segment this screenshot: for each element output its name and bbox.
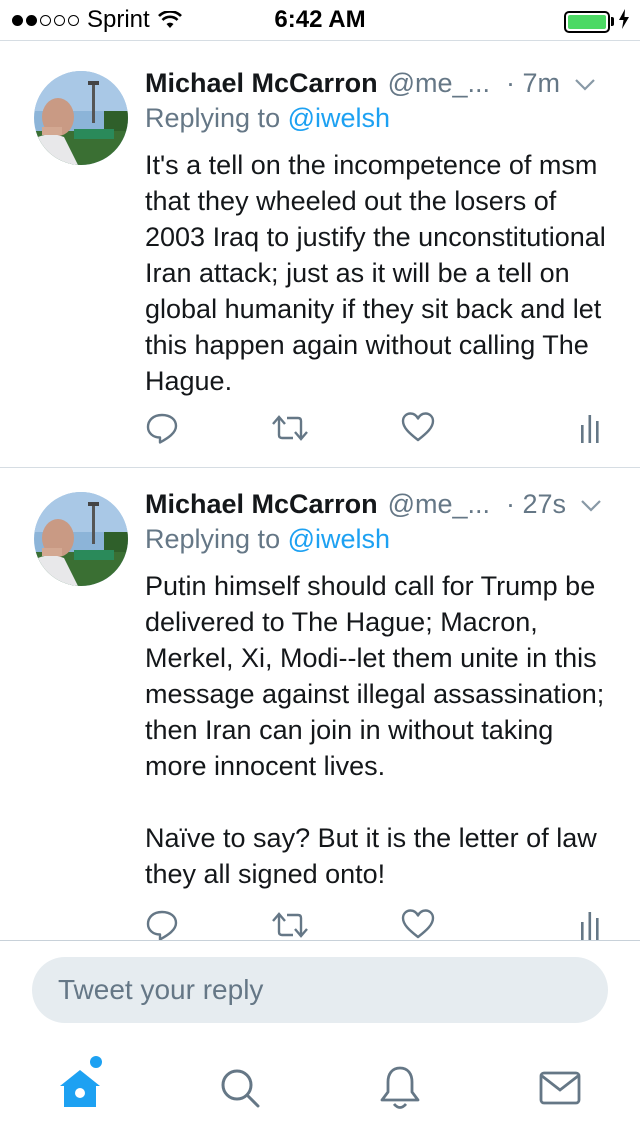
reply-icon[interactable]: [145, 908, 179, 940]
replying-to-mention[interactable]: @iwelsh: [288, 103, 390, 133]
home-tab[interactable]: [50, 1056, 110, 1120]
reply-icon[interactable]: [145, 411, 179, 450]
retweet-icon[interactable]: [271, 411, 309, 450]
replying-to: Replying to @iwelsh: [145, 524, 615, 560]
tweet-header: Michael McCarron @me_... · 27s: [145, 486, 615, 522]
search-tab[interactable]: [210, 1060, 270, 1120]
replying-to-mention[interactable]: @iwelsh: [288, 524, 390, 554]
tweet-body: Michael McCarron @me_... · 7m Replying t…: [145, 65, 615, 399]
tweet[interactable]: Michael McCarron @me_... · 7m Replying t…: [0, 41, 640, 467]
replying-to-label: Replying to: [145, 103, 281, 133]
battery-indicator: [564, 9, 630, 34]
tweet-reply-input[interactable]: [32, 957, 608, 1023]
battery-cap: [611, 17, 614, 26]
status-bar: Sprint 6:42 AM: [0, 0, 640, 40]
analytics-icon[interactable]: [577, 411, 603, 450]
tab-bar: [0, 1040, 640, 1136]
tweet-text: It's a tell on the incompetence of msm t…: [145, 150, 606, 396]
replying-to-label: Replying to: [145, 524, 281, 554]
tweet[interactable]: Michael McCarron @me_... · 27s Replying …: [0, 468, 640, 940]
author-handle[interactable]: @me_...: [388, 68, 490, 99]
avatar[interactable]: [34, 492, 128, 586]
charging-icon: [618, 9, 630, 34]
tweet-timestamp: · 7m: [506, 67, 560, 98]
clock: 6:42 AM: [274, 6, 366, 33]
search-icon: [218, 1066, 262, 1115]
tweet-header: Michael McCarron @me_... · 7m: [145, 65, 615, 101]
home-icon: [56, 1064, 104, 1117]
analytics-icon[interactable]: [577, 908, 603, 940]
notifications-tab[interactable]: [370, 1060, 430, 1120]
author-name[interactable]: Michael McCarron: [145, 68, 378, 99]
battery-fill: [568, 14, 606, 29]
chevron-down-icon[interactable]: [574, 68, 596, 99]
reply-bar: [0, 940, 640, 1040]
author-handle[interactable]: @me_...: [388, 489, 490, 520]
like-icon[interactable]: [401, 411, 435, 448]
tweet-text: Putin himself should call for Trump be d…: [145, 571, 605, 889]
tweet-actions: [145, 908, 615, 940]
tweet-body: Michael McCarron @me_... · 27s Replying …: [145, 486, 615, 892]
messages-tab[interactable]: [530, 1060, 590, 1120]
battery-icon: [564, 10, 610, 33]
tweet-actions: [145, 411, 615, 451]
notifications-icon: [378, 1064, 422, 1117]
tweet-timestamp: · 27s: [506, 488, 567, 519]
like-icon[interactable]: [401, 908, 435, 940]
messages-icon: [538, 1068, 582, 1113]
author-name[interactable]: Michael McCarron: [145, 489, 378, 520]
retweet-icon[interactable]: [271, 908, 309, 940]
avatar[interactable]: [34, 71, 128, 165]
new-tweets-dot: [90, 1056, 102, 1068]
replying-to: Replying to @iwelsh: [145, 103, 615, 139]
chevron-down-icon[interactable]: [580, 489, 602, 520]
